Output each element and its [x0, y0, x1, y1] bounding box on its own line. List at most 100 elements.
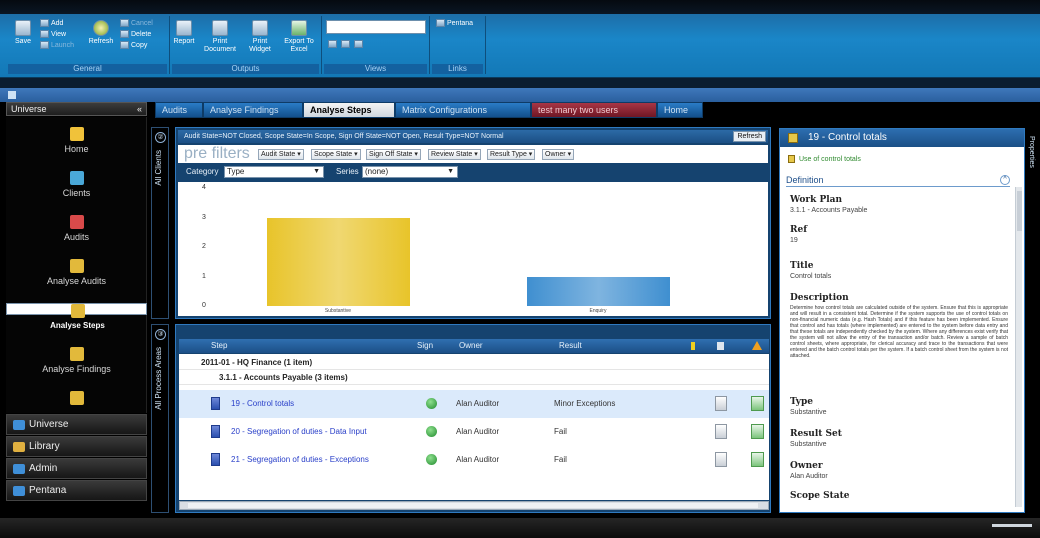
menu-icon[interactable] — [8, 91, 16, 99]
column-step[interactable]: Step — [211, 339, 227, 353]
nav-item-more[interactable] — [6, 391, 147, 408]
group-row-workplan[interactable]: 3.1.1 - Accounts Payable (3 items) — [179, 371, 769, 385]
title-bar — [0, 0, 1040, 14]
title-field: Title Control totals — [790, 261, 832, 280]
print-widget-button[interactable]: Print Widget — [244, 20, 276, 54]
nav-item-home[interactable]: Home — [6, 127, 147, 154]
nav-section-library[interactable]: Library — [6, 436, 147, 457]
tab-home[interactable]: Home — [657, 102, 703, 118]
sign-off-state-dropdown[interactable]: Sign Off State ▾ — [366, 149, 421, 160]
y-tick-label: 3 — [202, 213, 206, 221]
properties-panel-tab[interactable]: Properties — [1027, 128, 1040, 513]
save-icon — [15, 20, 31, 36]
definition-section-header[interactable]: Definition ^ — [786, 175, 1010, 187]
column-owner[interactable]: Owner — [459, 339, 483, 353]
nav-item-analyse-findings[interactable]: Analyse Findings — [6, 347, 147, 374]
tab-analyse-findings[interactable]: Analyse Findings — [203, 102, 303, 118]
chart-controls: Category Type ▼ Series (none) ▼ — [178, 164, 768, 180]
series-select[interactable]: (none) ▼ — [362, 166, 458, 178]
vertical-scrollbar[interactable] — [1015, 187, 1022, 507]
collapse-button[interactable]: « — [137, 103, 142, 115]
zoom-slider[interactable] — [992, 524, 1032, 527]
detail-panel: 19 - Control totals Use of control total… — [779, 128, 1025, 513]
attachment-icon[interactable] — [751, 424, 764, 439]
status-strip — [0, 78, 1040, 88]
ref-field: Ref 19 — [790, 225, 808, 244]
owner-dropdown[interactable]: Owner ▾ — [542, 149, 575, 160]
scroll-thumb[interactable] — [188, 503, 758, 508]
view-button[interactable]: View — [40, 30, 66, 40]
save-button[interactable]: Save — [12, 20, 34, 46]
notes-icon[interactable] — [715, 396, 727, 411]
notes-icon[interactable] — [715, 424, 727, 439]
table-row[interactable]: 20 - Segregation of duties - Data Input … — [179, 418, 769, 446]
cancel-button[interactable]: Cancel — [120, 19, 153, 29]
delete-button[interactable]: Delete — [120, 30, 151, 40]
copy-button[interactable]: Copy — [120, 41, 147, 51]
result-type-dropdown[interactable]: Result Type ▾ — [487, 149, 536, 160]
all-process-areas-panel[interactable]: ③ All Process Areas — [151, 324, 169, 513]
tab-matrix-configurations[interactable]: Matrix Configurations — [395, 102, 531, 118]
table-row[interactable]: 19 - Control totals Alan Auditor Minor E… — [179, 390, 769, 418]
scope-state-dropdown[interactable]: Scope State ▾ — [311, 149, 361, 160]
scroll-thumb[interactable] — [1017, 191, 1022, 231]
report-icon — [176, 20, 192, 36]
export-excel-button[interactable]: Export To Excel — [280, 20, 318, 54]
signoff-icon — [426, 454, 437, 465]
table-row[interactable]: 21 - Segregation of duties - Exceptions … — [179, 446, 769, 474]
view-delete-icon[interactable] — [353, 40, 363, 49]
nav-item-clients[interactable]: Clients — [6, 171, 147, 198]
pentana-link[interactable]: Pentana — [436, 19, 473, 29]
y-tick-label: 0 — [202, 302, 206, 309]
document-icon — [211, 397, 220, 410]
nav-section-universe[interactable]: Universe — [6, 414, 147, 435]
nav-section-admin[interactable]: Admin — [6, 458, 147, 479]
attachment-icon[interactable] — [751, 452, 764, 467]
review-state-dropdown[interactable]: Review State ▾ — [428, 149, 481, 160]
audit-state-dropdown[interactable]: Audit State ▾ — [258, 149, 304, 160]
cancel-icon — [120, 19, 129, 28]
owner-field: Owner Alan Auditor — [790, 461, 828, 480]
tab-audits[interactable]: Audits — [155, 102, 203, 118]
tab-test-many-two-users[interactable]: test many two users — [531, 102, 657, 118]
filter-summary: Audit State=NOT Closed, Scope State=In S… — [178, 130, 768, 143]
process-pin-icon[interactable]: ③ — [155, 329, 166, 340]
pentana-icon — [13, 486, 25, 496]
bar-substantive[interactable] — [266, 217, 410, 306]
analyse-icon — [69, 391, 84, 405]
column-sign[interactable]: Sign — [417, 339, 433, 353]
report-button[interactable]: Report — [172, 20, 196, 46]
add-button[interactable]: Add — [40, 19, 63, 29]
clients-icon — [69, 171, 84, 185]
quick-access-bar — [0, 88, 1040, 102]
work-plan-field: Work Plan 3.1.1 - Accounts Payable — [790, 195, 868, 214]
view-save-icon[interactable] — [328, 40, 337, 49]
horizontal-scrollbar[interactable] — [179, 501, 769, 510]
y-tick-label: 4 — [202, 184, 206, 191]
refresh-filter-button[interactable]: Refresh — [733, 131, 766, 142]
print-document-button[interactable]: Print Document — [202, 20, 238, 54]
views-selector[interactable] — [326, 20, 426, 34]
view-edit-icon[interactable] — [340, 40, 350, 49]
clients-pin-icon[interactable]: ② — [155, 132, 166, 143]
column-result[interactable]: Result — [559, 339, 582, 353]
all-clients-panel[interactable]: ② All Clients — [151, 127, 169, 319]
printer-icon — [212, 20, 228, 36]
detail-header: 19 - Control totals — [780, 129, 1024, 147]
notes-icon[interactable] — [715, 452, 727, 467]
category-select[interactable]: Type ▼ — [224, 166, 324, 178]
bar-chart: 0 1 2 3 4 Substantive Enquiry — [178, 182, 768, 316]
bar-enquiry[interactable] — [526, 276, 670, 306]
ribbon-group-views: Views — [322, 16, 430, 74]
group-row-audit[interactable]: 2011-01 - HQ Finance (1 item) — [179, 356, 769, 370]
collapse-up-icon[interactable]: ^ — [1000, 175, 1010, 185]
nav-item-audits[interactable]: Audits — [6, 215, 147, 242]
refresh-button[interactable]: Refresh — [88, 20, 114, 46]
nav-item-analyse-steps[interactable]: Analyse Steps — [6, 303, 147, 330]
lock-icon — [788, 155, 795, 163]
nav-section-pentana[interactable]: Pentana — [6, 480, 147, 501]
launch-button[interactable]: Launch — [40, 41, 74, 51]
nav-item-analyse-audits[interactable]: Analyse Audits — [6, 259, 147, 286]
attachment-icon[interactable] — [751, 396, 764, 411]
tab-analyse-steps[interactable]: Analyse Steps — [303, 102, 395, 118]
